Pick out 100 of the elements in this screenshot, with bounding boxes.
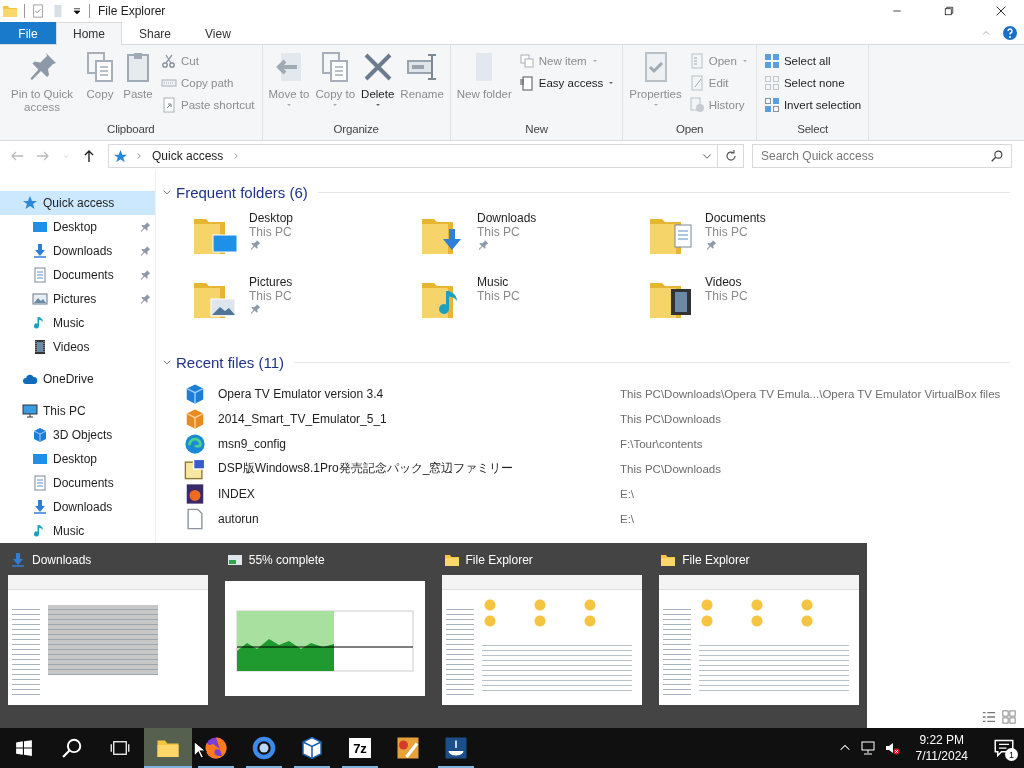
folder-location: This PC [249, 225, 293, 239]
navigation-item[interactable]: Music [0, 519, 155, 543]
clock[interactable]: 9:22 PM 7/11/2024 [907, 732, 976, 764]
tiles-view-icon[interactable] [1002, 710, 1016, 724]
ribbon-button[interactable]: Invert selection [760, 94, 865, 116]
search-icon [61, 737, 83, 759]
folder-name[interactable]: Music [477, 275, 520, 289]
navigation-item[interactable]: 3D Objects [0, 423, 155, 447]
navigation-item[interactable]: Pictures [0, 287, 155, 311]
customize-icon[interactable] [71, 5, 83, 17]
browser-icon [204, 736, 228, 760]
details-view-icon[interactable] [982, 710, 996, 724]
cube-icon [184, 407, 206, 430]
rename-icon [406, 51, 439, 83]
ribbon-tab[interactable]: View [188, 22, 248, 44]
notification-button[interactable]: 1 [984, 728, 1024, 768]
navigation-item[interactable]: OneDrive [0, 367, 155, 391]
file-name[interactable]: DSP版Windows8.1Pro発売記念パック_窓辺ファミリー [218, 460, 620, 477]
file-menu-tab[interactable]: File [0, 22, 56, 44]
caret-icon [331, 101, 340, 109]
ribbon-group-label: New [524, 122, 549, 137]
explorer-window-preview[interactable] [8, 575, 209, 705]
properties-icon [31, 4, 45, 18]
navigation-item[interactable]: Downloads [0, 239, 155, 263]
file-name[interactable]: INDEX [218, 486, 620, 501]
folder-location: This PC [705, 225, 749, 239]
navigation-item[interactable]: This PC [0, 399, 155, 423]
progress-dialog-preview[interactable] [225, 581, 426, 696]
section-header[interactable]: Frequent folders (6) [156, 181, 1024, 203]
folder-icon [660, 552, 677, 568]
search-field[interactable]: Search Quick access [752, 144, 1012, 168]
taskbar-app-button[interactable]: 7z [336, 728, 384, 768]
ribbon-button[interactable]: Select all [760, 50, 865, 72]
window-title[interactable]: Downloads [32, 553, 92, 567]
history-icon [688, 97, 705, 113]
file-name[interactable]: msn9_config [218, 436, 620, 451]
computer-icon [22, 403, 38, 419]
file-icon [184, 507, 206, 530]
ribbon-button[interactable]: Easy access [515, 72, 619, 94]
desktop-icon [32, 219, 48, 235]
navigation-item[interactable]: Music [0, 311, 155, 335]
navigation-item[interactable]: Desktop [0, 447, 155, 471]
restore-icon [943, 5, 955, 17]
file-name[interactable]: Opera TV Emulator version 3.4 [218, 386, 620, 401]
folder-location: This PC [477, 289, 520, 303]
navigation-item[interactable]: Desktop [0, 215, 155, 239]
search-icon [990, 149, 1004, 163]
folder-name[interactable]: Videos [705, 275, 748, 289]
easy-access-icon [518, 75, 535, 91]
navigation-item[interactable]: Quick access [0, 191, 155, 215]
ribbon-group-label: Open [674, 122, 705, 137]
progress-icon [226, 552, 243, 568]
pin-icon [139, 245, 151, 257]
file-location: E:\ [620, 487, 636, 500]
help-icon[interactable] [1002, 25, 1018, 41]
folder-name[interactable]: Downloads [477, 211, 537, 225]
file-location: This PC\Downloads [620, 412, 722, 425]
close-icon [994, 4, 1008, 18]
copy-icon [84, 51, 116, 83]
folder-location: This PC [705, 289, 748, 303]
ribbon-button[interactable]: Select none [760, 72, 865, 94]
navigation-item[interactable]: Downloads [0, 495, 155, 519]
ribbon-tab[interactable]: Home [56, 22, 122, 45]
speaker-muted-icon[interactable] [883, 740, 900, 756]
navigation-item[interactable]: Documents [0, 471, 155, 495]
window-title[interactable]: File Explorer [682, 553, 750, 567]
network-icon[interactable] [859, 740, 876, 756]
browser-icon [252, 736, 276, 760]
refresh-button[interactable] [718, 144, 744, 168]
folder-name[interactable]: Pictures [249, 275, 293, 289]
document-icon [32, 475, 48, 491]
file-name[interactable]: autorun [218, 511, 620, 526]
pin-icon [249, 239, 261, 251]
folder-name[interactable]: Desktop [249, 211, 294, 225]
caret-icon [607, 79, 616, 87]
download-icon [32, 243, 48, 259]
folder-name[interactable]: Documents [705, 211, 766, 225]
ribbon-tab[interactable]: Share [122, 22, 189, 44]
satellite-dish-icon [444, 736, 468, 760]
ribbon-button[interactable]: Delete [359, 49, 397, 120]
window-title[interactable]: File Explorer [465, 553, 533, 567]
folder-icon [443, 552, 460, 568]
pin-icon [705, 239, 717, 251]
mouse-pointer-icon [193, 740, 207, 760]
folder-icon [2, 3, 18, 19]
breadcrumb[interactable]: Quick access [150, 149, 226, 163]
folder-location: This PC [477, 225, 521, 239]
notification-icon [994, 738, 1014, 758]
task-view-icon [110, 738, 130, 758]
section-header[interactable]: Recent files (11) [156, 351, 1024, 373]
file-location: E:\ [620, 512, 636, 525]
navigation-item[interactable]: Documents [0, 263, 155, 287]
address-field[interactable]: Quick access [108, 144, 718, 168]
chevron-icon [162, 357, 172, 367]
window-title[interactable]: 55% complete [248, 553, 325, 567]
windows-logo-icon [15, 739, 33, 757]
window-title: File Explorer [98, 4, 166, 18]
pin-icon [139, 269, 151, 281]
file-name[interactable]: 2014_Smart_TV_Emulator_5_1 [218, 411, 620, 426]
navigation-item[interactable]: Videos [0, 335, 155, 359]
